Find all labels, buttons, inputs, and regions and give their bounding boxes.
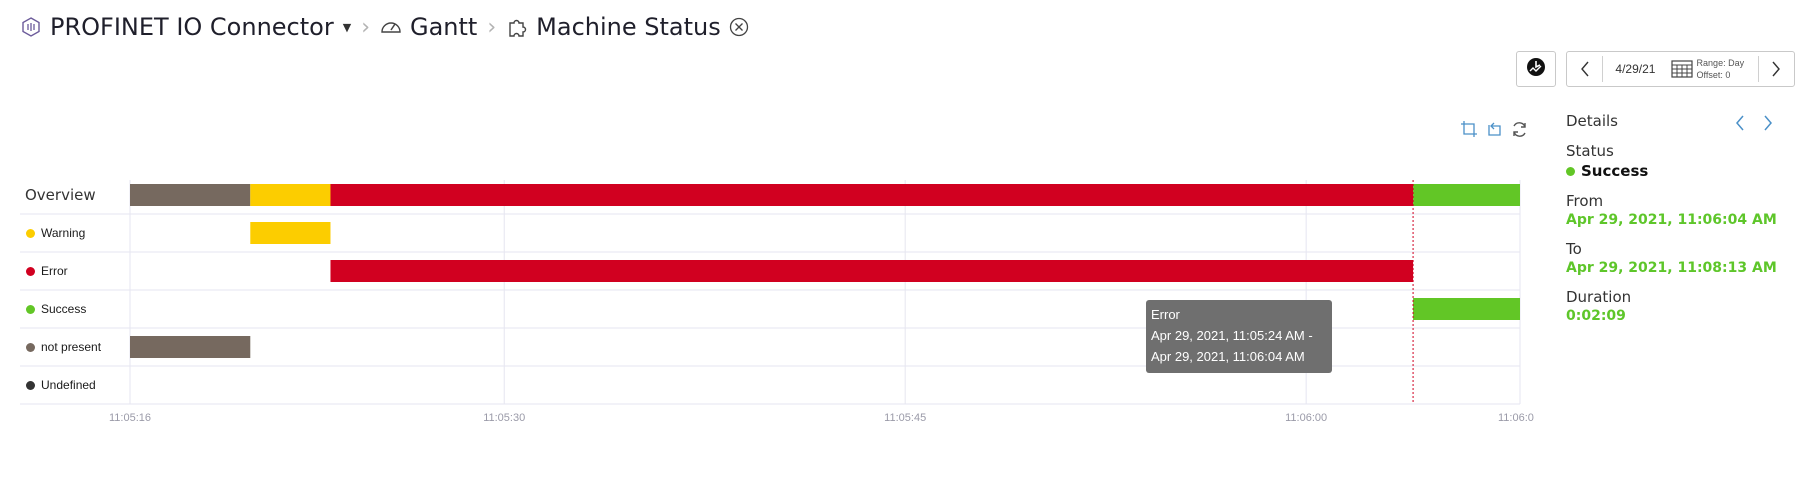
close-icon[interactable]	[729, 17, 749, 37]
breadcrumb-app[interactable]: PROFINET IO Connector ▼	[20, 13, 351, 41]
breadcrumb-page: Machine Status	[506, 13, 749, 41]
from-value: Apr 29, 2021, 11:06:04 AM	[1566, 212, 1777, 228]
x-tick-label: 11:06:0	[1498, 412, 1534, 424]
refresh-icon[interactable]	[1510, 120, 1528, 138]
chevron-right-icon: ›	[361, 14, 370, 40]
segment-bar-error	[330, 260, 1414, 282]
legend-dot	[26, 342, 35, 352]
legend-dot	[26, 266, 35, 276]
status-value: Success	[1566, 162, 1796, 180]
segment-bar-success	[1413, 298, 1520, 320]
gauge-icon	[380, 16, 402, 38]
range-label: Range: Day	[1696, 58, 1745, 68]
status-text: Success	[1581, 162, 1649, 180]
details-panel: Details Status Success From Apr 29, 2021…	[1566, 112, 1796, 324]
row-label-text: Error	[41, 264, 68, 278]
next-period-button[interactable]	[1759, 52, 1794, 86]
overview-bar	[250, 184, 331, 206]
offset-label: Offset: 0	[1696, 70, 1731, 80]
row-label-text: Overview	[25, 186, 96, 204]
overview-bar	[130, 184, 251, 206]
chevron-right-icon[interactable]	[1762, 114, 1774, 137]
tooltip-line-2: Apr 29, 2021, 11:06:04 AM	[1151, 349, 1305, 364]
row-label-warning: Warning	[20, 214, 130, 252]
chevron-right-icon: ›	[487, 14, 497, 40]
duration-label: Duration	[1566, 288, 1632, 306]
row-label-not-present: not present	[20, 328, 130, 366]
segment-bar-warning	[250, 222, 331, 244]
overview-bar	[330, 184, 1414, 206]
previous-period-button[interactable]	[1567, 52, 1602, 86]
overview-bar	[1413, 184, 1520, 206]
details-nav	[1734, 114, 1774, 137]
tooltip: Error Apr 29, 2021, 11:05:24 AM - Apr 29…	[1146, 300, 1332, 373]
row-label-text: not present	[41, 340, 102, 354]
to-label: To	[1566, 240, 1582, 258]
breadcrumb-section[interactable]: Gantt	[380, 13, 477, 41]
connector-icon	[20, 16, 42, 38]
zoom-reset-icon[interactable]	[1485, 120, 1503, 138]
row-label-overview: Overview	[20, 176, 135, 214]
segment-bar-not-present	[130, 336, 251, 358]
breadcrumb-app-label: PROFINET IO Connector	[50, 13, 334, 41]
from-label: From	[1566, 192, 1604, 210]
breadcrumb-section-label: Gantt	[410, 13, 478, 41]
x-tick-label: 11:05:16	[108, 412, 152, 424]
puzzle-icon	[506, 16, 528, 38]
duration-value: 0:02:09	[1566, 308, 1626, 324]
legend-dot	[26, 380, 35, 390]
row-label-undefined: Undefined	[20, 366, 130, 404]
row-label-text: Undefined	[41, 378, 96, 392]
status-label: Status	[1566, 142, 1614, 160]
row-label-error: Error	[20, 252, 130, 290]
date-navigator: 4/29/21 Range: Day Offset: 0	[1566, 51, 1795, 87]
tooltip-line-1: Apr 29, 2021, 11:05:24 AM -	[1151, 328, 1313, 343]
divider	[1602, 56, 1604, 82]
tooltip-title: Error	[1151, 307, 1180, 322]
to-value: Apr 29, 2021, 11:08:13 AM	[1566, 260, 1777, 276]
zoom-select-icon[interactable]	[1460, 120, 1478, 138]
breadcrumb-page-label: Machine Status	[536, 13, 721, 41]
status-dot	[1566, 166, 1575, 176]
legend-dot	[26, 228, 35, 238]
live-mode-button[interactable]	[1516, 51, 1556, 87]
row-label-text: Success	[41, 302, 87, 316]
row-label-text: Warning	[41, 226, 86, 240]
calendar-icon[interactable]	[1670, 59, 1693, 79]
date-value[interactable]: 4/29/21	[1615, 62, 1670, 76]
range-info: Range: Day Offset: 0	[1697, 57, 1758, 81]
legend-dot	[26, 304, 35, 314]
x-tick-label: 11:05:30	[483, 412, 526, 424]
row-label-success: Success	[20, 290, 130, 328]
gantt-chart: Overview Warning Error Success not present Un…	[20, 180, 1534, 424]
x-tick-label: 11:06:00	[1285, 412, 1328, 424]
x-tick-label: 11:05:45	[884, 412, 927, 424]
breadcrumb: PROFINET IO Connector ▼ › Gantt › Machin…	[20, 10, 749, 44]
clock-icon	[1525, 56, 1547, 83]
chevron-down-icon[interactable]: ▼	[343, 21, 351, 34]
chevron-left-icon[interactable]	[1734, 114, 1746, 137]
chart-toolbar	[1460, 120, 1528, 138]
